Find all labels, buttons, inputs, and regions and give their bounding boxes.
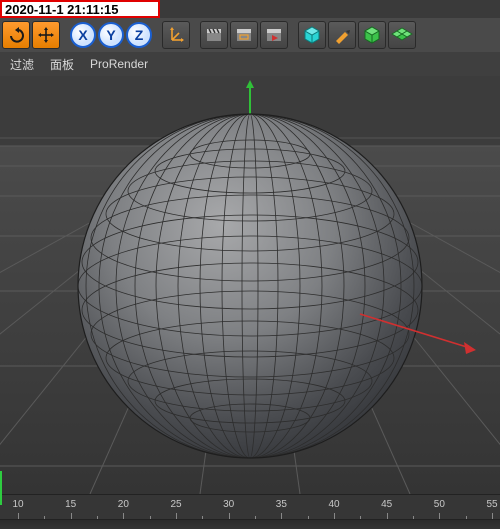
add-primitive-button[interactable]	[298, 21, 326, 49]
axis-z-button[interactable]: Z	[126, 22, 152, 48]
clapper-region-icon	[235, 26, 253, 44]
axis-x-button[interactable]: X	[70, 22, 96, 48]
timeline-tick-label: 55	[486, 499, 497, 510]
timeline-tick-label: 50	[434, 499, 445, 510]
clapper-icon	[205, 26, 223, 44]
viewport-3d[interactable]	[0, 76, 500, 494]
sphere-object	[78, 114, 422, 458]
clapper-play-icon	[265, 26, 283, 44]
cubes-stack-icon	[391, 25, 413, 45]
cube-green-icon	[362, 25, 382, 45]
pen-icon	[333, 26, 351, 44]
timeline-tick-label: 35	[276, 499, 287, 510]
timeline-ruler: 10 15 20 25 30 35 40 45 50 55	[0, 495, 500, 519]
main-toolbar: X Y Z	[0, 18, 500, 52]
timeline[interactable]: 10 15 20 25 30 35 40 45 50 55	[0, 494, 500, 528]
add-spline-button[interactable]	[328, 21, 356, 49]
cube-icon	[302, 25, 322, 45]
menu-filter[interactable]: 过滤	[10, 56, 34, 73]
timeline-tick-label: 45	[381, 499, 392, 510]
add-generator-button[interactable]	[358, 21, 386, 49]
render-to-picture-button[interactable]	[260, 21, 288, 49]
menu-panel[interactable]: 面板	[50, 56, 74, 73]
timeline-tick-label: 15	[65, 499, 76, 510]
timeline-tick-label: 40	[328, 499, 339, 510]
coordinate-system-button[interactable]	[162, 21, 190, 49]
axis-y-button[interactable]: Y	[98, 22, 124, 48]
render-view-button[interactable]	[200, 21, 228, 49]
timeline-tick-label: 25	[170, 499, 181, 510]
viewport-canvas	[0, 76, 500, 494]
timeline-tick-label: 10	[12, 499, 23, 510]
viewport-menubar: 过滤 面板 ProRender	[0, 52, 500, 76]
undo-icon	[7, 26, 25, 44]
add-deformer-button[interactable]	[388, 21, 416, 49]
menu-prorender[interactable]: ProRender	[90, 57, 148, 71]
timestamp-overlay: 2020-11-1 21:11:15	[0, 0, 160, 18]
move-tool-button[interactable]	[32, 21, 60, 49]
move-icon	[37, 26, 55, 44]
timeline-playhead[interactable]	[0, 471, 2, 505]
timeline-tick-label: 20	[118, 499, 129, 510]
undo-button[interactable]	[2, 21, 30, 49]
timeline-tick-label: 30	[223, 499, 234, 510]
coord-axes-icon	[167, 26, 185, 44]
render-region-button[interactable]	[230, 21, 258, 49]
